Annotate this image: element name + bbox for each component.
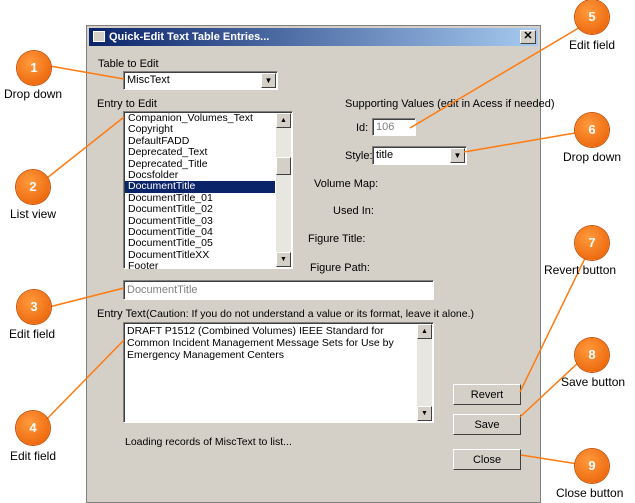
chevron-down-icon[interactable]: ▼ bbox=[450, 148, 465, 163]
list-item[interactable]: Footer bbox=[125, 260, 275, 272]
callout-5: 5 bbox=[575, 0, 609, 34]
entry-list[interactable]: Companion_Volumes_Text Copyright DefaultFA… bbox=[123, 111, 293, 272]
style-value: title bbox=[376, 149, 394, 161]
callout-3: 3 bbox=[17, 290, 51, 324]
entry-name-value: DocumentTitle bbox=[127, 284, 198, 296]
entry-text-value: DRAFT P1512 (Combined Volumes) IEEE Stan… bbox=[127, 325, 394, 361]
entry-to-edit-label: Entry to Edit bbox=[97, 98, 157, 110]
chevron-down-icon[interactable]: ▼ bbox=[261, 73, 276, 88]
entry-text-scrollbar[interactable]: ▲ ▼ bbox=[417, 324, 432, 421]
used-in-label: Used In: bbox=[333, 205, 374, 217]
callout-7-text: Revert button bbox=[544, 263, 617, 277]
list-item[interactable]: DocumentTitle_02 bbox=[125, 203, 275, 215]
callout-9-text: Close button bbox=[556, 486, 624, 500]
caution-text: (Caution: If you do not understand a val… bbox=[146, 308, 475, 320]
figure-title-label: Figure Title: bbox=[308, 233, 366, 245]
callout-8-text: Save button bbox=[561, 375, 626, 389]
scroll-down-icon[interactable]: ▼ bbox=[417, 406, 432, 421]
callout-4: 4 bbox=[16, 411, 50, 445]
close-button[interactable]: Close bbox=[453, 449, 521, 470]
id-label: Id: bbox=[356, 122, 369, 134]
volume-map-label: Volume Map: bbox=[314, 178, 379, 190]
callout-9: 9 bbox=[575, 449, 609, 483]
callout-2: 2 bbox=[16, 170, 50, 204]
callout-7: 7 bbox=[575, 226, 609, 260]
entry-list-scrollbar[interactable]: ▲ ▼ bbox=[276, 113, 291, 267]
callout-4-text: Edit field bbox=[10, 449, 57, 463]
callout-2-text: List view bbox=[10, 207, 57, 221]
scroll-up-icon[interactable]: ▲ bbox=[417, 324, 432, 339]
entry-text-area[interactable]: DRAFT P1512 (Combined Volumes) IEEE Stan… bbox=[123, 322, 434, 423]
entry-list-items: Companion_Volumes_Text Copyright DefaultFA… bbox=[125, 112, 275, 272]
callout-6: 6 bbox=[575, 113, 609, 147]
callout-1: 1 bbox=[17, 51, 51, 85]
scroll-up-icon[interactable]: ▲ bbox=[276, 113, 291, 128]
close-window-button[interactable]: ✕ bbox=[520, 30, 536, 44]
scroll-thumb[interactable] bbox=[276, 157, 291, 175]
style-label: Style: bbox=[345, 150, 373, 162]
callout-8: 8 bbox=[575, 338, 609, 372]
entry-text-label: Entry Text bbox=[97, 308, 146, 320]
callout-1-text: Drop down bbox=[4, 87, 63, 101]
list-item[interactable]: DocumentTitle_05 bbox=[125, 237, 275, 249]
close-icon: ✕ bbox=[523, 30, 533, 42]
title-bar[interactable]: Quick-Edit Text Table Entries... ✕ bbox=[89, 28, 538, 46]
id-value: 106 bbox=[376, 121, 395, 133]
id-field[interactable]: 106 bbox=[372, 118, 416, 136]
table-to-edit-dropdown[interactable]: MiscText ▼ bbox=[123, 71, 278, 90]
list-item[interactable]: Deprecated_Text bbox=[125, 146, 275, 158]
callout-5-text: Edit field bbox=[569, 38, 616, 52]
table-to-edit-value: MiscText bbox=[127, 74, 170, 86]
figure-path-label: Figure Path: bbox=[310, 262, 370, 274]
callout-3-text: Edit field bbox=[9, 327, 56, 341]
scroll-down-icon[interactable]: ▼ bbox=[276, 252, 291, 267]
revert-button[interactable]: Revert bbox=[453, 384, 521, 405]
window-title: Quick-Edit Text Table Entries... bbox=[109, 31, 270, 43]
supporting-values-header: Supporting Values (edit in Acess if need… bbox=[345, 98, 555, 110]
table-to-edit-label: Table to Edit bbox=[98, 58, 159, 70]
callout-6-text: Drop down bbox=[563, 150, 622, 164]
app-icon bbox=[93, 31, 105, 42]
status-text: Loading records of MiscText to list... bbox=[125, 436, 292, 448]
style-dropdown[interactable]: title ▼ bbox=[372, 146, 467, 165]
entry-name-field[interactable]: DocumentTitle bbox=[123, 280, 434, 300]
save-button[interactable]: Save bbox=[453, 414, 521, 435]
